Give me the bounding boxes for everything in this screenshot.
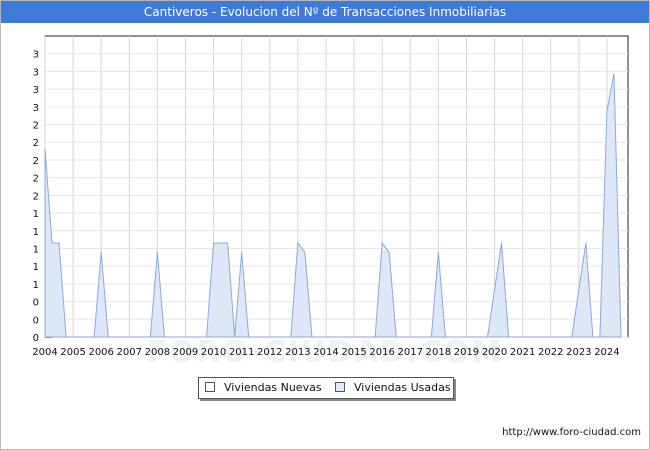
y-tick-label: 0 (33, 333, 39, 344)
x-tick-label: 2005 (60, 347, 85, 358)
x-tick-label: 2007 (117, 347, 142, 358)
x-tick-label: 2013 (285, 347, 310, 358)
x-tick-label: 2021 (510, 347, 535, 358)
x-tick-label: 2010 (201, 347, 226, 358)
x-tick-label: 2009 (173, 347, 198, 358)
series-areas (44, 73, 622, 338)
plot-area (44, 35, 629, 338)
legend-swatch-usadas (335, 382, 345, 392)
x-tick-label: 2008 (145, 347, 170, 358)
x-tick-label: 2019 (454, 347, 479, 358)
x-tick-label: 2012 (257, 347, 282, 358)
x-tick-label: 2015 (341, 347, 366, 358)
x-tick-label: 2023 (566, 347, 591, 358)
x-tick-label: 2004 (32, 347, 57, 358)
x-tick-label: 2011 (229, 347, 254, 358)
y-tick-label: 1 (33, 209, 39, 220)
legend-item-usadas: Viviendas Usadas (335, 378, 451, 398)
y-tick-label: 0 (33, 315, 39, 326)
source-link[interactable]: http://www.foro-ciudad.com (502, 427, 641, 438)
y-tick-label: 3 (33, 85, 39, 96)
y-tick-label: 3 (33, 67, 39, 78)
x-axis-ticks: 2004 2005 2006 2007 2008 2009 2010 2011 2012 2013… (32, 347, 619, 358)
y-tick-label: 2 (33, 191, 39, 202)
x-tick-label: 2014 (313, 347, 338, 358)
y-tick-label: 2 (33, 121, 39, 132)
x-tick-label: 2018 (426, 347, 451, 358)
x-tick-label: 2022 (538, 347, 563, 358)
x-tick-label: 2020 (482, 347, 507, 358)
x-tick-label: 2016 (369, 347, 394, 358)
y-tick-label: 2 (33, 138, 39, 149)
legend: Viviendas Nuevas Viviendas Usadas (198, 377, 454, 399)
legend-label-nuevas: Viviendas Nuevas (224, 381, 322, 394)
x-tick-label: 2006 (88, 347, 113, 358)
y-tick-label: 3 (33, 50, 39, 61)
legend-label-usadas: Viviendas Usadas (354, 381, 451, 394)
grid-lines (44, 36, 628, 338)
x-tick-label: 2017 (398, 347, 423, 358)
y-tick-label: 1 (33, 262, 39, 273)
x-tick-label: 2024 (594, 347, 619, 358)
y-tick-label: 1 (33, 244, 39, 255)
y-tick-label: 2 (33, 156, 39, 167)
area-series-viviendas-usadas (44, 73, 622, 338)
legend-swatch-nuevas (205, 382, 215, 392)
y-tick-label: 2 (33, 174, 39, 185)
y-tick-label: 1 (33, 227, 39, 238)
y-axis-ticks: 0 0 0 1 1 1 1 1 2 2 2 2 2 3 3 3 3 (33, 50, 39, 344)
y-tick-label: 1 (33, 280, 39, 291)
y-tick-label: 3 (33, 103, 39, 114)
y-tick-label: 0 (33, 298, 39, 309)
legend-item-nuevas: Viviendas Nuevas (205, 378, 322, 398)
